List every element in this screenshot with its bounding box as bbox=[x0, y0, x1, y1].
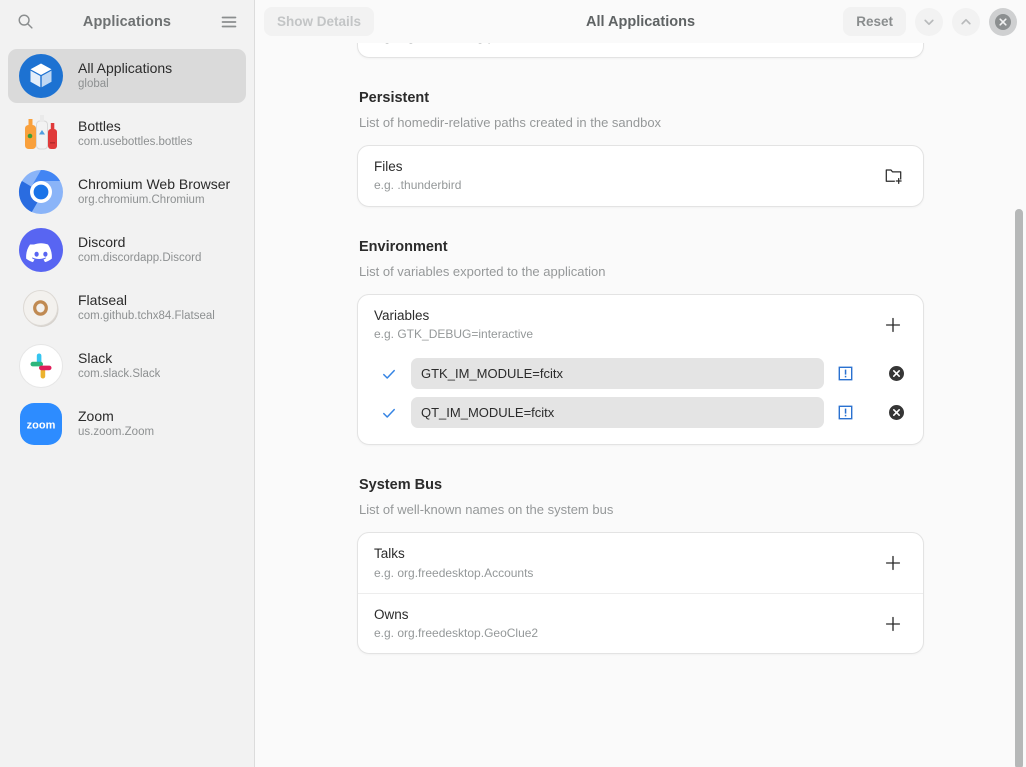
sidebar-header: Applications bbox=[0, 0, 254, 43]
section-title-system-bus: System Bus bbox=[359, 477, 443, 494]
chevron-up-icon[interactable] bbox=[952, 7, 980, 36]
plus-icon[interactable] bbox=[879, 610, 907, 638]
main-header: Show Details All Applications Reset bbox=[255, 0, 1026, 43]
sidebar-item-all-applications[interactable]: All Applications global bbox=[8, 49, 246, 103]
search-icon[interactable] bbox=[10, 7, 40, 37]
persistent-files-row[interactable]: Files e.g. .thunderbird bbox=[358, 146, 923, 206]
sidebar-item-zoom[interactable]: zoom Zoom us.zoom.Zoom bbox=[8, 397, 246, 451]
settings-scroll-area[interactable]: filesystem=host-etc All user files files… bbox=[255, 43, 1026, 767]
clear-circle-icon[interactable] bbox=[885, 402, 907, 424]
row-title: Variables bbox=[374, 307, 430, 323]
row-title: Talks bbox=[374, 546, 405, 562]
system-bus-card: Talks e.g. org.freedesktop.Accounts Owns… bbox=[357, 532, 924, 655]
app-name: All Applications bbox=[78, 60, 173, 77]
sidebar-item-flatseal[interactable]: Flatseal com.github.tchx84.Flatseal bbox=[8, 281, 246, 335]
variables-header-row[interactable]: Variables e.g. GTK_DEBUG=interactive bbox=[358, 295, 923, 355]
all-applications-icon bbox=[18, 53, 64, 99]
environment-variable-input[interactable]: GTK_IM_MODULE=fcitx bbox=[411, 358, 824, 390]
sidebar-item-bottles[interactable]: Bottles com.usebottles.bottles bbox=[8, 107, 246, 161]
section-title-environment: Environment bbox=[359, 238, 448, 255]
system-bus-owns-row[interactable]: Owns e.g. org.freedesktop.GeoClue2 bbox=[358, 594, 923, 654]
environment-card: Variables e.g. GTK_DEBUG=interactive GTK… bbox=[357, 293, 924, 446]
environment-variable-input[interactable]: QT_IM_MODULE=fcitx bbox=[411, 397, 824, 429]
sidebar: Applications All Applications global Bot… bbox=[0, 0, 255, 767]
row-title: Owns bbox=[374, 606, 409, 622]
app-name: Flatseal bbox=[78, 292, 128, 309]
environment-variable-row[interactable]: GTK_IM_MODULE=fcitx bbox=[358, 354, 923, 393]
slack-icon bbox=[18, 343, 64, 389]
clear-circle-icon[interactable] bbox=[885, 363, 907, 385]
sidebar-item-discord[interactable]: Discord com.discordapp.Discord bbox=[8, 223, 246, 277]
reset-button[interactable]: Reset bbox=[843, 7, 906, 36]
app-id: global bbox=[78, 78, 109, 91]
app-id: com.usebottles.bottles bbox=[78, 136, 193, 149]
section-description-system-bus: List of well-known names on the system b… bbox=[359, 502, 614, 518]
app-id: us.zoom.Zoom bbox=[78, 426, 155, 439]
warning-exclamation-icon[interactable] bbox=[835, 364, 855, 384]
app-name: Chromium Web Browser bbox=[78, 176, 231, 193]
plus-icon[interactable] bbox=[879, 549, 907, 577]
section-title-persistent: Persistent bbox=[359, 90, 430, 107]
app-name: Zoom bbox=[78, 408, 114, 425]
filesystem-card: filesystem=host-etc All user files files… bbox=[357, 43, 924, 59]
persistent-card: Files e.g. .thunderbird bbox=[357, 145, 924, 207]
app-id: com.slack.Slack bbox=[78, 368, 161, 381]
app-id: org.chromium.Chromium bbox=[78, 194, 205, 207]
environment-variable-row[interactable]: QT_IM_MODULE=fcitx bbox=[358, 393, 923, 432]
check-icon[interactable] bbox=[378, 405, 400, 421]
check-icon[interactable] bbox=[378, 366, 400, 382]
app-name: Bottles bbox=[78, 118, 121, 135]
close-icon[interactable] bbox=[989, 7, 1017, 36]
main-pane: Show Details All Applications Reset Pers… bbox=[255, 0, 1026, 767]
discord-icon bbox=[18, 227, 64, 273]
plus-icon[interactable] bbox=[879, 311, 907, 339]
app-name: Slack bbox=[78, 350, 113, 367]
section-description-environment: List of variables exported to the applic… bbox=[359, 263, 606, 279]
folder-add-icon[interactable] bbox=[879, 162, 907, 190]
vertical-scrollbar[interactable] bbox=[1015, 209, 1023, 767]
row-subtitle: e.g. GTK_DEBUG=interactive bbox=[374, 326, 534, 341]
bottles-icon bbox=[18, 111, 64, 157]
section-description-persistent: List of homedir-relative paths created i… bbox=[359, 115, 662, 131]
warning-exclamation-icon[interactable] bbox=[835, 403, 855, 423]
other-files-row[interactable]: Other files e.g. ~/games:ro, xdg-picture… bbox=[358, 43, 923, 57]
chromium-icon bbox=[18, 169, 64, 215]
flatseal-window: Applications All Applications global Bot… bbox=[0, 0, 1026, 767]
system-bus-talks-row[interactable]: Talks e.g. org.freedesktop.Accounts bbox=[358, 533, 923, 594]
app-name: Discord bbox=[78, 234, 126, 251]
sidebar-item-chromium-web-browser[interactable]: Chromium Web Browser org.chromium.Chromi… bbox=[8, 165, 246, 219]
app-id: com.discordapp.Discord bbox=[78, 252, 202, 265]
row-subtitle: e.g. .thunderbird bbox=[374, 178, 462, 193]
flatseal-icon bbox=[18, 285, 64, 331]
row-subtitle: e.g. org.freedesktop.GeoClue2 bbox=[374, 626, 539, 641]
row-title: Files bbox=[374, 159, 403, 175]
svg-text:zoom: zoom bbox=[27, 420, 56, 432]
app-id: com.github.tchx84.Flatseal bbox=[78, 310, 215, 323]
hamburger-menu-icon[interactable] bbox=[214, 7, 244, 37]
show-details-button[interactable]: Show Details bbox=[264, 7, 375, 36]
row-subtitle: e.g. ~/games:ro, xdg-pictures, etc bbox=[374, 43, 867, 44]
sidebar-item-slack[interactable]: Slack com.slack.Slack bbox=[8, 339, 246, 393]
zoom-icon: zoom bbox=[18, 401, 64, 447]
application-list[interactable]: All Applications global Bottles com.useb… bbox=[0, 43, 254, 767]
chevron-down-icon[interactable] bbox=[915, 7, 943, 36]
row-subtitle: e.g. org.freedesktop.Accounts bbox=[374, 565, 534, 580]
